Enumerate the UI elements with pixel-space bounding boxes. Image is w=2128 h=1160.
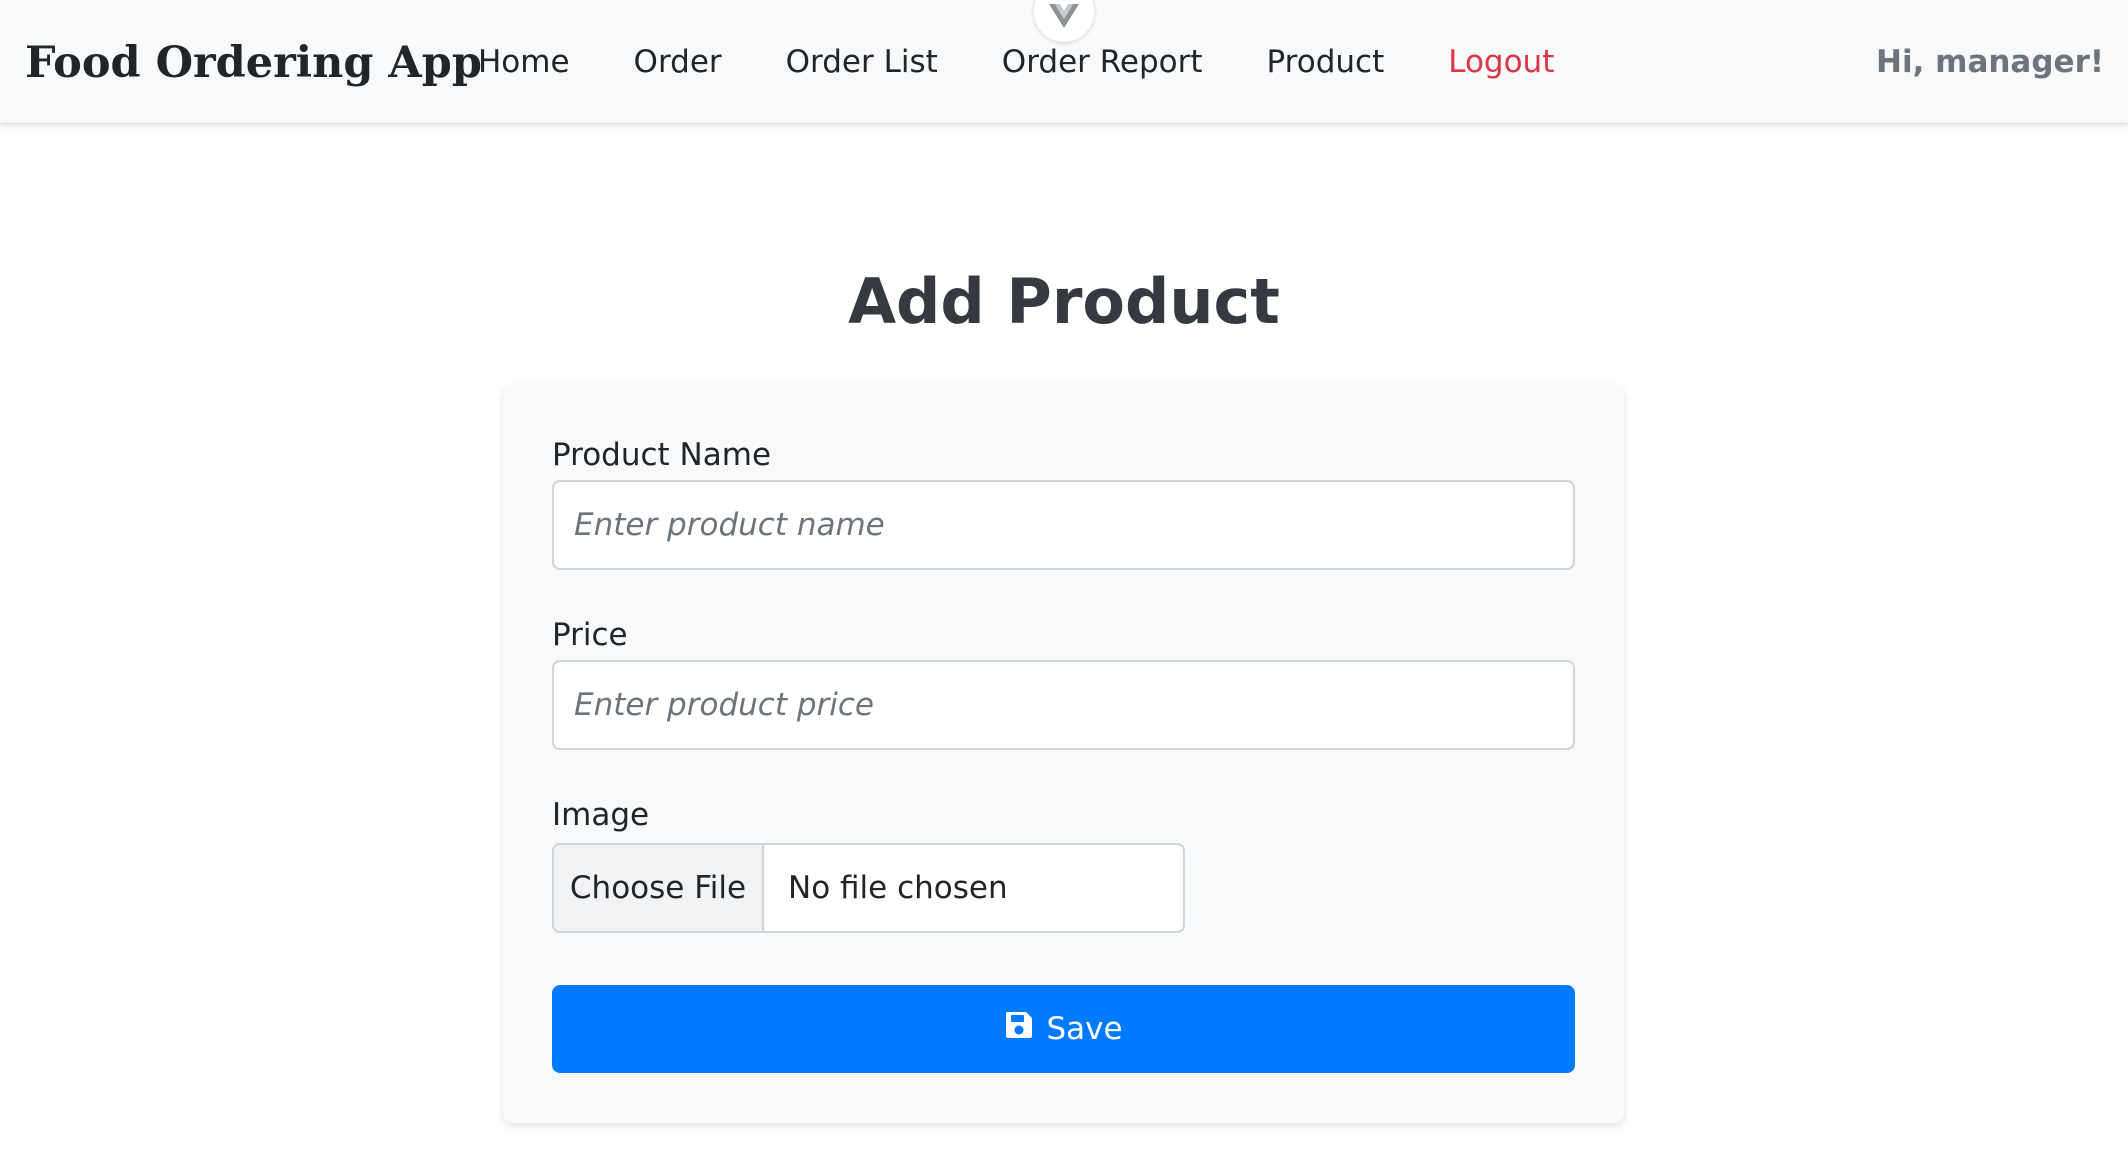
nav-link-order-list[interactable]: Order List (786, 40, 938, 84)
nav-link-product[interactable]: Product (1267, 40, 1385, 84)
nav-links: Home Order Order List Order Report Produ… (478, 40, 1618, 84)
nav-link-order[interactable]: Order (634, 40, 722, 84)
vue-logo-icon (1049, 4, 1079, 32)
page-title: Add Product (848, 265, 1280, 338)
price-label: Price (552, 617, 628, 653)
file-status-text: No file chosen (788, 870, 1008, 906)
floppy-disk-icon (1004, 1010, 1046, 1048)
save-button[interactable]: Save (552, 985, 1575, 1073)
image-file-input[interactable]: Choose File No file chosen (552, 843, 1185, 933)
product-name-input[interactable] (552, 480, 1575, 570)
nav-link-order-report[interactable]: Order Report (1002, 40, 1203, 84)
image-label: Image (552, 797, 650, 833)
price-input[interactable] (552, 660, 1575, 750)
add-product-form: Product Name Price Image Choose File No … (503, 385, 1624, 1123)
choose-file-button[interactable]: Choose File (554, 845, 764, 931)
nav-link-home[interactable]: Home (478, 40, 570, 84)
product-name-label: Product Name (552, 437, 772, 473)
nav-link-logout[interactable]: Logout (1448, 40, 1554, 84)
save-button-label: Save (1046, 1011, 1123, 1047)
user-greeting: Hi, manager! (1876, 44, 2104, 80)
app-brand[interactable]: Food Ordering App (25, 35, 482, 91)
